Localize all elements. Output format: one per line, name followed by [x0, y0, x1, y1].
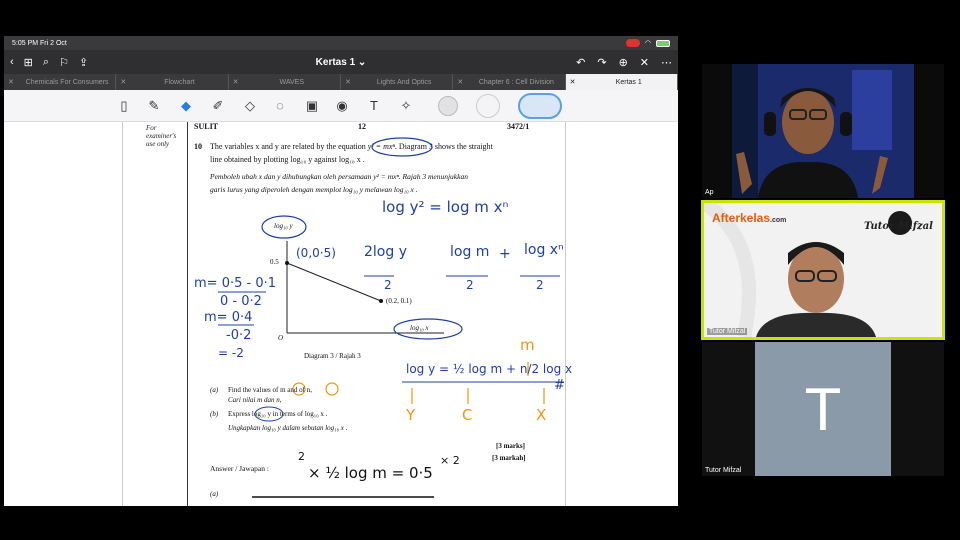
diagram-caption: Diagram 3 / Rajah 3	[304, 352, 361, 360]
marks-en: [3 marks]	[496, 442, 525, 450]
straight-line	[286, 262, 382, 302]
handwritten-eq2-right: log xⁿ	[524, 242, 564, 258]
part-b-en: Express log₁₀ y in terms of log₁₀ x .	[228, 410, 328, 418]
handwritten-map-m: m	[520, 336, 535, 354]
handwritten-eq2-mid: log m	[450, 244, 490, 260]
handwritten-answer: × ½ log m = 0·5	[308, 464, 433, 482]
part-a-ms: Cari nilai m dan n,	[228, 396, 282, 404]
participant-name: Tutor Mifzal	[705, 467, 742, 474]
brand-logo-right: Tutor Mifzal	[864, 221, 933, 232]
n-circle	[325, 382, 339, 396]
participant-tile-tutor-avatar[interactable]: T Tutor Mifzal	[702, 342, 944, 476]
meeting-stage: 5:05 PM Fri 2 Oct ◠ ‹ ⊞ ⌕ ⚐ ⇪ Kertas 1 ⌄…	[0, 0, 960, 540]
participant-tile-tutor-video[interactable]: Afterkelas.com Tutor Mifzal Tutor Mifzal	[701, 200, 945, 340]
part-a-label: (a)	[210, 386, 219, 394]
handwritten-eq2-left: 2log y	[364, 244, 407, 260]
shared-screen: 5:05 PM Fri 2 Oct ◠ ‹ ⊞ ⌕ ⚐ ⇪ Kertas 1 ⌄…	[4, 36, 678, 506]
answer-a-label: (a)	[210, 490, 219, 498]
handwritten-eq1: log y² = log m xⁿ	[382, 198, 509, 216]
diagram-3	[218, 137, 564, 498]
diagram-origin: O	[278, 334, 284, 342]
part-b-ms: Ungkapkan log₁₀ y dalam sebutan log₁₀ x …	[228, 424, 348, 432]
handwritten-m-calc2-num: m= 0·4	[204, 310, 253, 325]
participant-tile-ap[interactable]: Ap	[702, 64, 944, 198]
handwritten-point: (0,0·5)	[296, 246, 336, 260]
handwritten-eq2-den: 2	[384, 278, 392, 292]
part-b-label: (b)	[210, 410, 219, 418]
handwritten-map-x: X	[536, 406, 547, 424]
avatar: T	[755, 342, 891, 476]
diagram-y-tick: 0.5	[270, 258, 279, 266]
point-intercept	[285, 261, 289, 265]
handwritten-m-calc1-num: m= 0·5 - 0·1	[194, 276, 276, 291]
brand-logo-left: Afterkelas.com	[712, 211, 787, 225]
handwritten-m-calc3: = -2	[218, 346, 244, 360]
handwritten-eq2-den: 2	[536, 278, 544, 292]
handwritten-eq3: log y = ½ log m + n/2 log x	[406, 362, 573, 376]
diagram-x-axis-label: log₁₀ x	[410, 324, 429, 332]
handwritten-m-calc2-den: -0·2	[226, 328, 252, 343]
participant-name: Tutor Mifzal	[707, 328, 748, 335]
part-a-en: Find the values of m and of n,	[228, 386, 312, 394]
handwritten-answer-post: × 2	[440, 454, 460, 467]
marks-ms: [3 markah]	[492, 454, 526, 462]
handwritten-map-y: Y	[406, 406, 416, 424]
handwritten-m-calc1-den: 0 - 0·2	[220, 294, 262, 309]
participant-video	[732, 64, 914, 198]
answer-label: Answer / Jawapan :	[210, 464, 269, 473]
handwritten-answer-pre: 2	[298, 450, 305, 463]
diagram-point-label: (0.2, 0.1)	[386, 297, 412, 305]
avatar-initial: T	[804, 375, 842, 443]
handwritten-eq2-plus: +	[499, 246, 511, 262]
handwritten-map-c: C	[462, 406, 473, 424]
equation-circle	[371, 137, 433, 157]
participant-name: Ap	[705, 189, 714, 196]
handwritten-eq3-hash: #	[554, 378, 565, 393]
point-02-01	[379, 299, 383, 303]
handwritten-eq2-den: 2	[466, 278, 474, 292]
diagram-y-axis-label: log₁₀ y	[274, 222, 293, 230]
